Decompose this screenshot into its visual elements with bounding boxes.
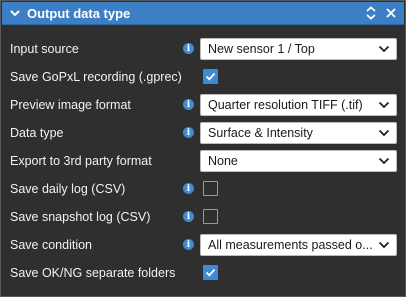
data-type-label: Data type xyxy=(10,126,64,140)
row-save-snapshot-log: Save snapshot log (CSV) i xyxy=(1,204,406,232)
checkmark-icon xyxy=(205,268,216,277)
row-save-ok-ng-folders: Save OK/NG separate folders xyxy=(1,260,406,288)
export-3rd-party-select[interactable]: None xyxy=(200,150,397,172)
save-condition-select[interactable]: All measurements passed o... xyxy=(200,234,397,256)
row-save-condition: Save condition i All measurements passed… xyxy=(1,232,406,260)
preview-image-format-select[interactable]: Quarter resolution TIFF (.tif) xyxy=(200,94,397,116)
panel-title: Output data type xyxy=(27,5,131,21)
row-export-3rd-party: Export to 3rd party format None xyxy=(1,148,406,176)
info-icon[interactable]: i xyxy=(183,183,194,194)
chevron-down-icon xyxy=(378,101,390,109)
chevron-down-icon[interactable] xyxy=(7,5,23,21)
info-icon[interactable]: i xyxy=(183,211,194,222)
chevron-down-icon xyxy=(378,157,390,165)
save-gopxl-recording-checkbox[interactable] xyxy=(203,69,218,84)
row-preview-image-format: Preview image format i Quarter resolutio… xyxy=(1,92,406,120)
input-source-label: Input source xyxy=(10,42,79,56)
close-icon[interactable] xyxy=(384,5,398,21)
input-source-value: New sensor 1 / Top xyxy=(208,42,315,56)
export-3rd-party-label: Export to 3rd party format xyxy=(10,154,152,168)
save-gopxl-recording-label: Save GoPxL recording (.gprec) xyxy=(10,70,182,84)
chevron-down-icon xyxy=(378,241,390,249)
info-icon[interactable]: i xyxy=(183,99,194,110)
checkmark-icon xyxy=(205,72,216,81)
row-save-gopxl-recording: Save GoPxL recording (.gprec) xyxy=(1,64,406,92)
save-snapshot-log-checkbox[interactable] xyxy=(203,209,218,224)
preview-image-format-label: Preview image format xyxy=(10,98,131,112)
row-data-type: Data type i Surface & Intensity xyxy=(1,120,406,148)
save-condition-value: All measurements passed o... xyxy=(208,238,373,252)
save-daily-log-checkbox[interactable] xyxy=(203,181,218,196)
info-icon[interactable]: i xyxy=(183,239,194,250)
export-3rd-party-value: None xyxy=(208,154,238,168)
save-ok-ng-folders-label: Save OK/NG separate folders xyxy=(10,266,176,280)
data-type-select[interactable]: Surface & Intensity xyxy=(200,122,397,144)
save-condition-label: Save condition xyxy=(10,238,93,252)
input-source-select[interactable]: New sensor 1 / Top xyxy=(200,38,397,60)
preview-image-format-value: Quarter resolution TIFF (.tif) xyxy=(208,98,363,112)
panel-header[interactable]: Output data type xyxy=(2,2,404,25)
output-data-type-panel: Output data type Input source i New sens… xyxy=(0,0,406,297)
row-save-daily-log: Save daily log (CSV) i xyxy=(1,176,406,204)
expand-collapse-icon[interactable] xyxy=(364,5,378,21)
info-icon[interactable]: i xyxy=(183,127,194,138)
save-ok-ng-folders-checkbox[interactable] xyxy=(203,265,218,280)
save-daily-log-label: Save daily log (CSV) xyxy=(10,182,126,196)
data-type-value: Surface & Intensity xyxy=(208,126,313,140)
row-input-source: Input source i New sensor 1 / Top xyxy=(1,36,406,64)
info-icon[interactable]: i xyxy=(183,43,194,54)
chevron-down-icon xyxy=(378,45,390,53)
save-snapshot-log-label: Save snapshot log (CSV) xyxy=(10,210,151,224)
chevron-down-icon xyxy=(378,129,390,137)
